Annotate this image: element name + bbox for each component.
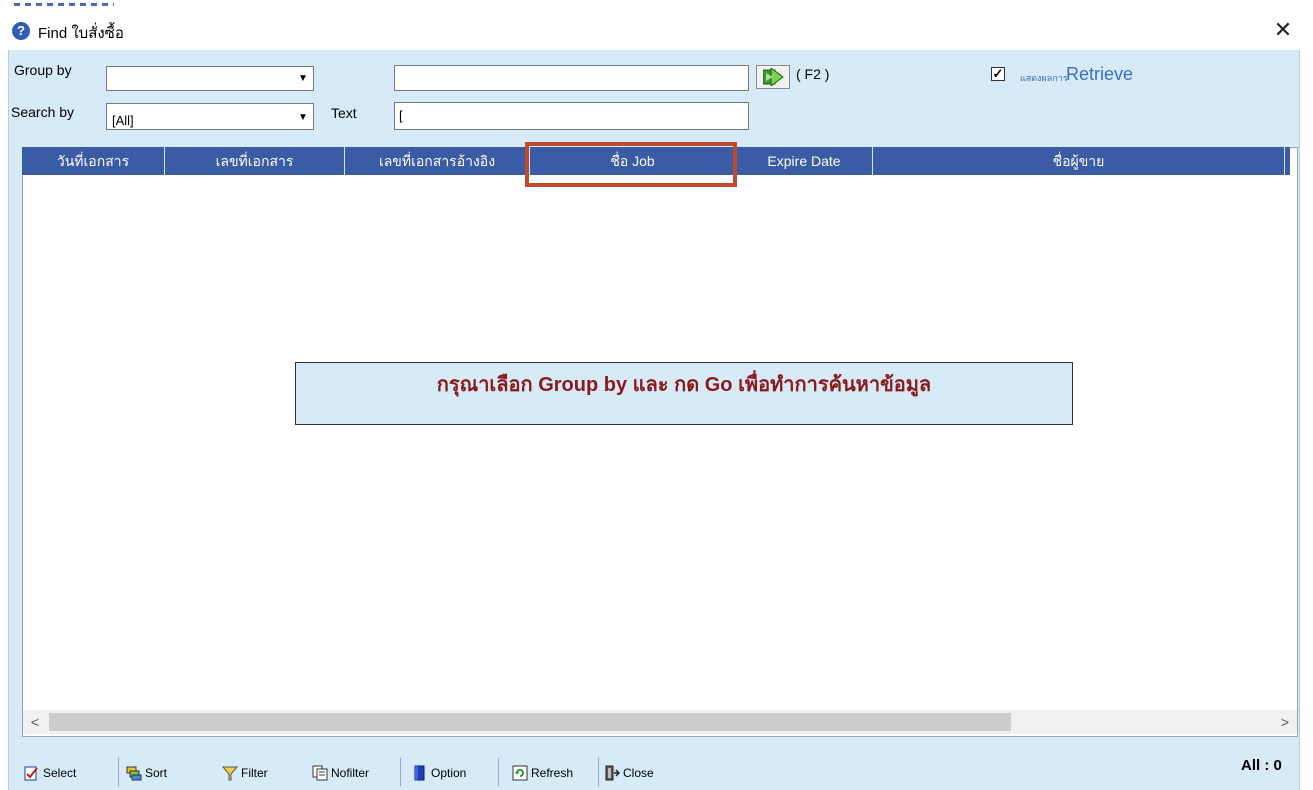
filter-icon — [222, 766, 238, 781]
refresh-icon — [512, 765, 528, 781]
column-header-doc-date[interactable]: วันที่เอกสาร — [22, 147, 165, 175]
refresh-button[interactable]: Refresh — [512, 760, 573, 786]
sort-label: Sort — [145, 766, 168, 780]
instruction-message: กรุณาเลือก Group by และ กด Go เพื่อทำการ… — [436, 374, 932, 396]
retrieve-label: Retrieve — [1066, 64, 1134, 84]
refresh-label: Refresh — [531, 766, 574, 780]
highlight-box — [525, 142, 737, 187]
column-header-ref-doc-number[interactable]: เลขที่เอกสารอ้างอิง — [345, 147, 530, 175]
go-button[interactable] — [756, 65, 790, 89]
text-label: Text — [331, 105, 357, 121]
text-search-input[interactable]: [ — [394, 102, 749, 130]
select-label: Select — [43, 766, 77, 780]
toolbar-separator — [118, 758, 119, 786]
exit-door-icon — [605, 765, 620, 781]
filter-button[interactable]: Filter — [222, 760, 268, 786]
toolbar-separator — [598, 758, 599, 786]
group-value-input[interactable] — [394, 65, 749, 91]
nofilter-button[interactable]: Nofilter — [312, 760, 369, 786]
window-title: Find ใบสั่งซื้อ — [38, 25, 124, 42]
scroll-right-arrow[interactable]: > — [1273, 710, 1297, 734]
search-by-value: [All] — [112, 113, 134, 128]
option-icon — [414, 765, 425, 781]
column-header-doc-number[interactable]: เลขที่เอกสาร — [165, 147, 345, 175]
column-header-expire-date[interactable]: Expire Date — [736, 147, 873, 175]
top-border — [0, 0, 1313, 8]
chevron-down-icon[interactable]: ▼ — [295, 70, 311, 88]
close-button[interactable]: Close — [604, 760, 654, 786]
retrieve-checkbox[interactable]: ✓ — [991, 67, 1005, 81]
close-window-button[interactable]: ✕ — [1268, 15, 1298, 45]
option-label: Option — [431, 766, 467, 780]
sort-button[interactable]: Sort — [126, 760, 167, 786]
toolbar-separator — [498, 758, 499, 786]
help-icon[interactable]: ? — [12, 22, 30, 40]
search-by-select[interactable]: [All] ▼ — [106, 103, 314, 130]
option-button[interactable]: Option — [412, 760, 466, 786]
select-icon — [24, 766, 38, 781]
search-by-label: Search by — [11, 104, 75, 120]
toolbar-separator — [400, 758, 401, 786]
group-by-select[interactable]: ▼ — [106, 66, 314, 91]
close-label: Close — [623, 766, 654, 780]
filter-label: Filter — [241, 766, 268, 780]
column-header-vendor-name[interactable]: ชื่อผู้ขาย — [873, 147, 1285, 175]
instruction-message-box: กรุณาเลือก Group by และ กด Go เพื่อทำการ… — [295, 362, 1073, 425]
retrieve-small-label: แสดงผลการ — [1020, 73, 1068, 83]
nofilter-label: Nofilter — [331, 766, 370, 780]
sort-icon — [126, 766, 142, 781]
go-arrow-icon — [763, 68, 784, 86]
results-grid[interactable] — [22, 147, 1298, 737]
select-button[interactable]: Select — [24, 760, 76, 786]
scroll-left-arrow[interactable]: < — [23, 710, 47, 734]
nofilter-icon — [312, 765, 328, 781]
text-search-value: [ — [399, 108, 403, 123]
group-by-label: Group by — [14, 62, 72, 78]
title-bar: ? Find ใบสั่งซื้อ ✕ — [0, 0, 1313, 50]
chevron-down-icon[interactable]: ▼ — [295, 109, 311, 127]
scroll-thumb[interactable] — [49, 713, 1011, 731]
go-shortcut-label: ( F2 ) — [796, 66, 830, 82]
horizontal-scrollbar[interactable]: < > — [23, 710, 1297, 734]
record-count: All : 0 — [1241, 757, 1282, 774]
top-dots-decoration — [14, 3, 114, 6]
